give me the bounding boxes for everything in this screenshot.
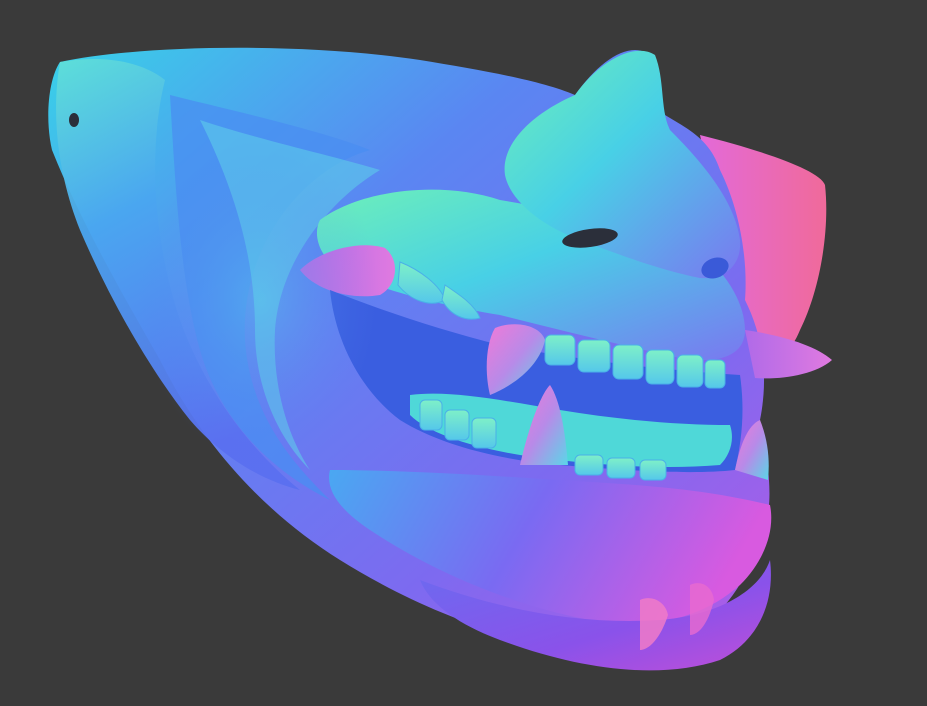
lower-tooth [419, 399, 443, 431]
lower-tooth [471, 417, 497, 449]
lower-tooth [574, 454, 604, 476]
lower-tooth [444, 409, 470, 441]
upper-tooth [676, 354, 704, 388]
upper-tooth [645, 349, 675, 385]
upper-tooth [577, 339, 611, 373]
cheek-glow [140, 140, 380, 460]
upper-tooth [704, 359, 726, 389]
3d-viewport[interactable] [0, 0, 927, 706]
lower-tooth [606, 457, 636, 479]
lower-tooth [639, 459, 667, 481]
upper-tooth [544, 334, 576, 366]
upper-tooth [612, 344, 644, 380]
strap-hole [69, 113, 79, 127]
mask-render [48, 47, 832, 671]
